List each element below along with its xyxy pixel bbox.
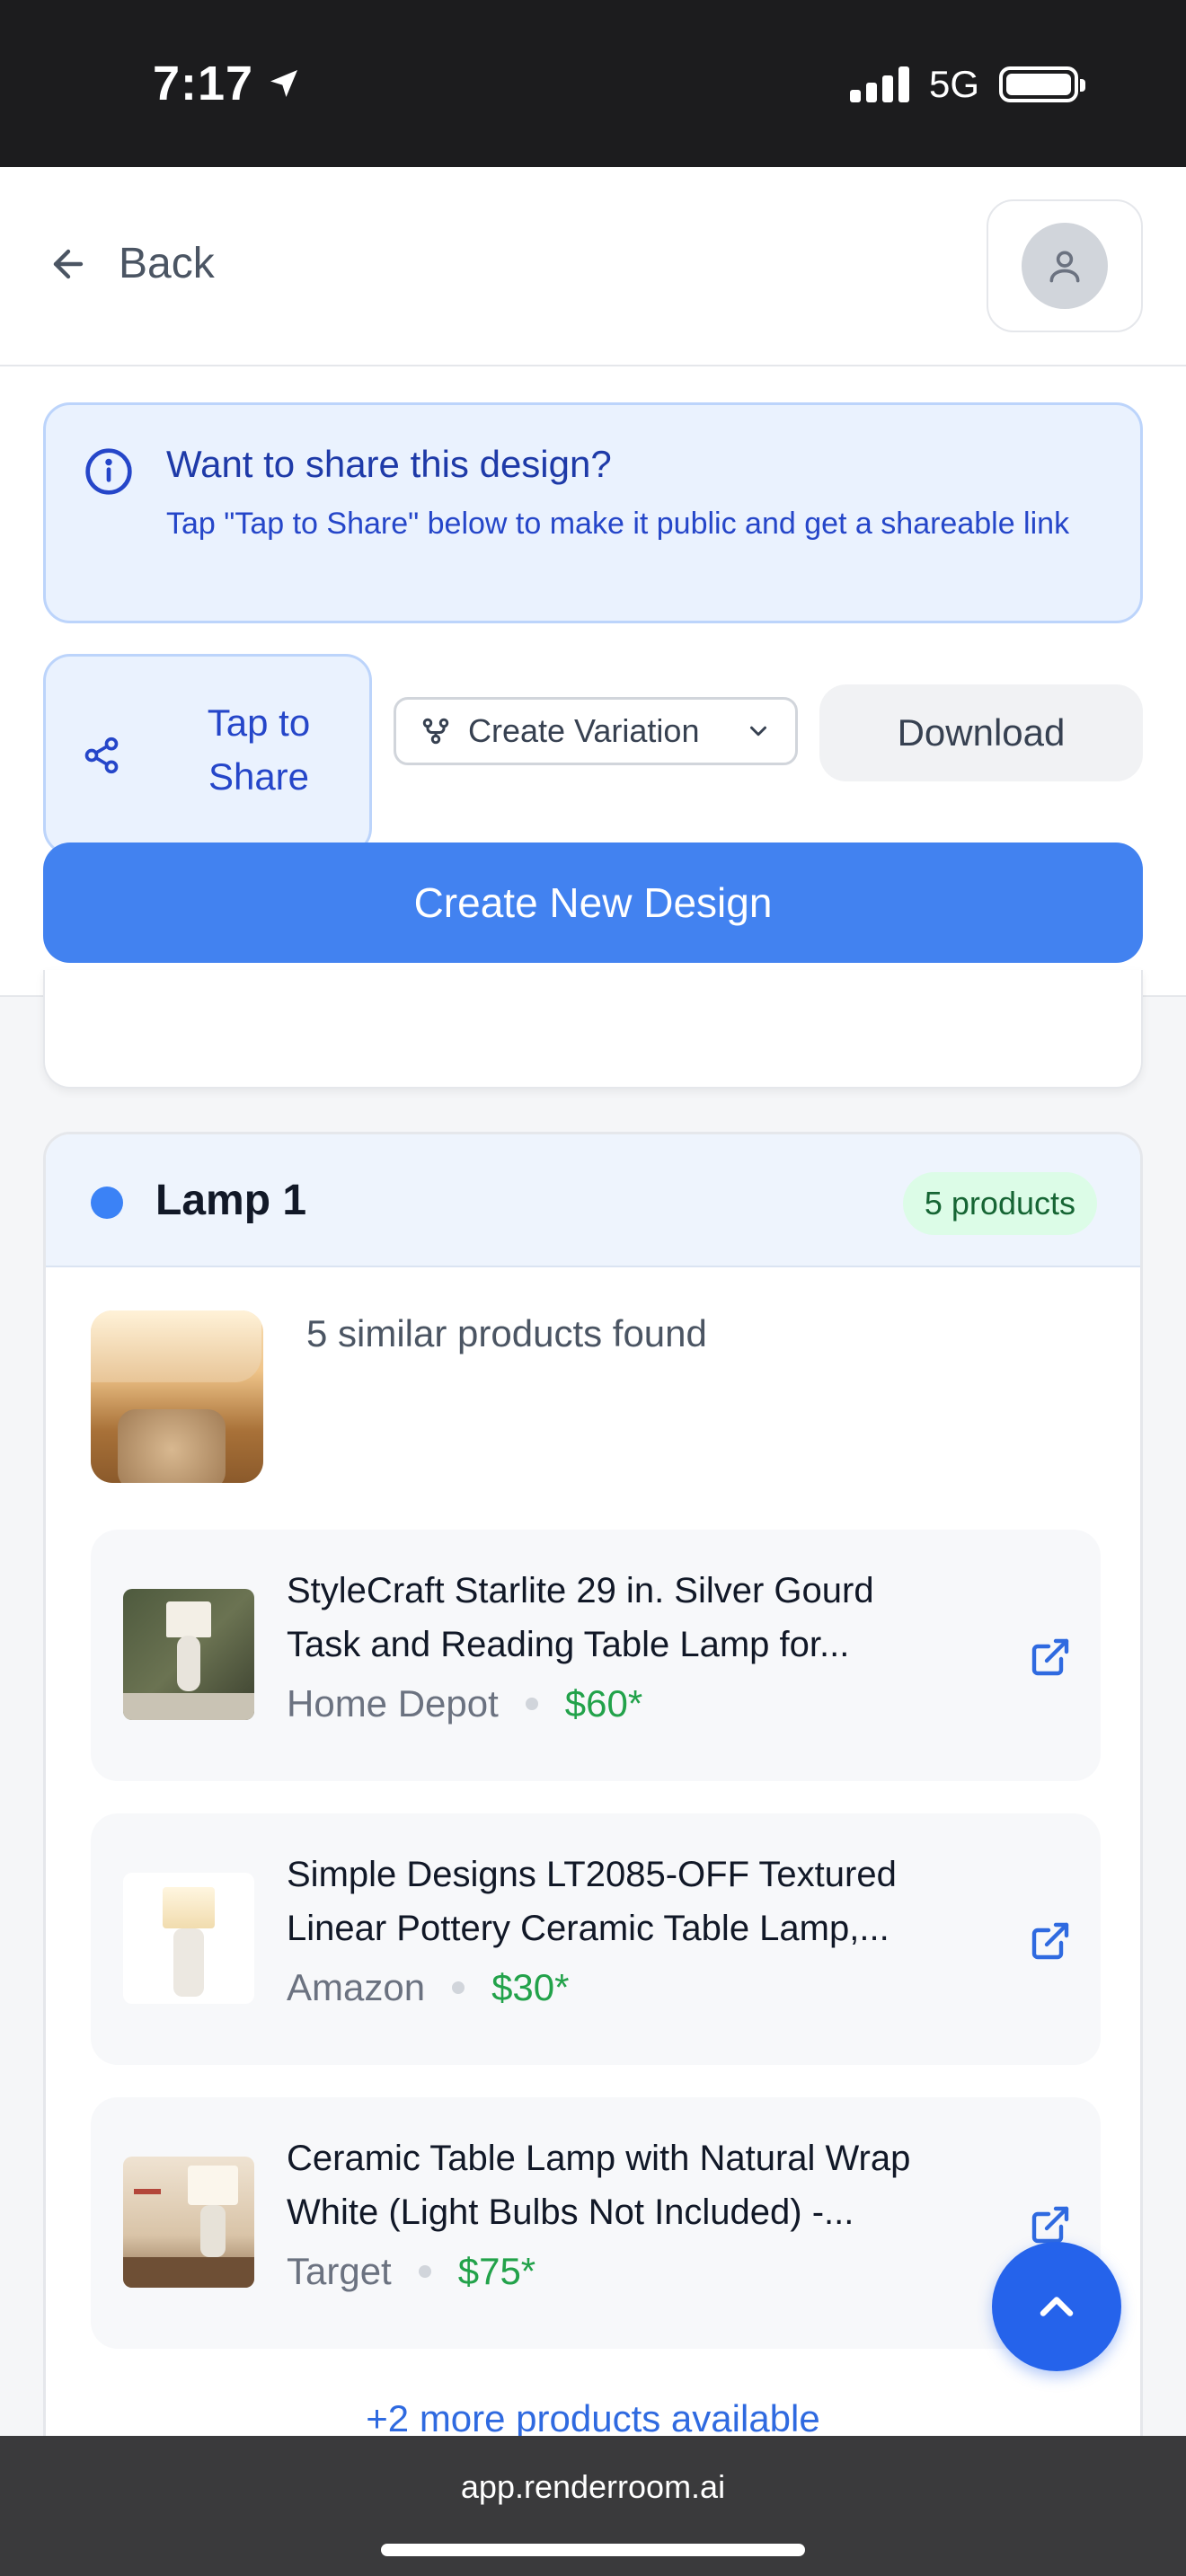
- similar-products-text: 5 similar products found: [306, 1312, 707, 1354]
- tap-to-share-button[interactable]: Tap to Share: [43, 654, 372, 855]
- product-card[interactable]: StyleCraft Starlite 29 in. Silver Gourd …: [91, 1530, 1101, 1781]
- user-icon: [1049, 251, 1080, 283]
- product-meta: Home Depot $60*: [287, 1682, 642, 1725]
- product-card[interactable]: Simple Designs LT2085-OFF Textured Linea…: [91, 1813, 1101, 2065]
- location-arrow-icon: [270, 70, 298, 97]
- signal-icon: [849, 66, 909, 102]
- product-title: StyleCraft Starlite 29 in. Silver Gourd …: [287, 1564, 996, 1672]
- product-image: [123, 1589, 254, 1720]
- separator-dot: [452, 1981, 465, 1994]
- share-label-line1: Tap to: [207, 701, 311, 744]
- external-link-icon[interactable]: [1029, 1919, 1072, 1963]
- back-button[interactable]: Back: [47, 239, 215, 288]
- home-indicator: [381, 2544, 805, 2556]
- network-label: 5G: [928, 63, 979, 105]
- git-branch-icon: [422, 718, 449, 745]
- app-header: Back: [0, 167, 1186, 366]
- download-button[interactable]: Download: [819, 684, 1143, 781]
- design-actions-panel: Want to share this design? Tap "Tap to S…: [0, 366, 1186, 997]
- share-icon: [84, 737, 119, 774]
- external-link-icon[interactable]: [1029, 2203, 1072, 2246]
- lamp-group-header[interactable]: Lamp 1 5 products: [46, 1134, 1140, 1267]
- product-title-line2: Task and Reading Table Lamp for...: [287, 1625, 850, 1664]
- browser-address-bar: app.renderroom.ai: [0, 2436, 1186, 2576]
- product-image: [123, 2157, 254, 2288]
- clock-text: 7:17: [153, 57, 254, 110]
- products-count-badge: 5 products: [902, 1172, 1097, 1235]
- create-variation-dropdown[interactable]: Create Variation: [394, 697, 798, 765]
- product-price: $60*: [564, 1682, 643, 1725]
- product-title-line1: Simple Designs LT2085-OFF Textured: [287, 1855, 897, 1894]
- product-title-line1: StyleCraft Starlite 29 in. Silver Gourd: [287, 1571, 874, 1610]
- product-image: [123, 1873, 254, 2004]
- product-title: Simple Designs LT2085-OFF Textured Linea…: [287, 1848, 996, 1955]
- separator-dot: [525, 1698, 538, 1710]
- product-store: Target: [287, 2250, 392, 2292]
- profile-button[interactable]: [987, 199, 1143, 332]
- product-title-line2: Linear Pottery Ceramic Table Lamp,...: [287, 1909, 890, 1948]
- chevron-down-icon: [750, 726, 766, 737]
- product-price: $30*: [491, 1966, 570, 2008]
- status-dot: [91, 1187, 123, 1219]
- product-store: Amazon: [287, 1966, 426, 2008]
- product-store: Home Depot: [287, 1682, 499, 1725]
- product-price: $75*: [457, 2250, 536, 2292]
- arrow-left-icon: [53, 249, 84, 278]
- lamp-group-title: Lamp 1: [155, 1177, 307, 1224]
- previous-card: [43, 970, 1143, 1089]
- detected-lamp-thumbnail: [91, 1310, 263, 1483]
- product-title-line2: White (Light Bulbs Not Included) -...: [287, 2192, 854, 2232]
- external-link-icon[interactable]: [1029, 1636, 1072, 1679]
- product-meta: Target $75*: [287, 2250, 535, 2293]
- status-bar: 7:17 5G: [0, 0, 1186, 167]
- variation-label: Create Variation: [468, 712, 700, 749]
- product-card[interactable]: Ceramic Table Lamp with Natural Wrap Whi…: [91, 2097, 1101, 2349]
- status-indicators: 5G: [849, 63, 1085, 106]
- scroll-to-top-button[interactable]: [992, 2242, 1121, 2371]
- share-label-line2: Share: [208, 755, 310, 798]
- product-title: Ceramic Table Lamp with Natural Wrap Whi…: [287, 2131, 996, 2239]
- share-notice: Want to share this design? Tap "Tap to S…: [43, 402, 1143, 623]
- product-meta: Amazon $30*: [287, 1966, 570, 2009]
- status-time: 7:17: [153, 56, 302, 111]
- separator-dot: [418, 2265, 431, 2278]
- back-label: Back: [119, 240, 215, 287]
- lamp-group-card: Lamp 1 5 products 5 similar products fou…: [43, 1132, 1143, 2479]
- share-label: Tap to Share: [164, 696, 353, 804]
- more-products-link[interactable]: +2 more products available: [46, 2397, 1140, 2440]
- battery-icon: [999, 66, 1085, 102]
- url-text[interactable]: app.renderroom.ai: [0, 2468, 1186, 2506]
- info-icon: [85, 448, 132, 495]
- product-title-line1: Ceramic Table Lamp with Natural Wrap: [287, 2139, 911, 2178]
- share-notice-text: Tap "Tap to Share" below to make it publ…: [166, 507, 1070, 541]
- avatar: [1022, 223, 1108, 309]
- create-new-design-button[interactable]: Create New Design: [43, 842, 1143, 963]
- share-notice-title: Want to share this design?: [166, 443, 612, 485]
- chevron-up-icon: [1040, 2297, 1074, 2316]
